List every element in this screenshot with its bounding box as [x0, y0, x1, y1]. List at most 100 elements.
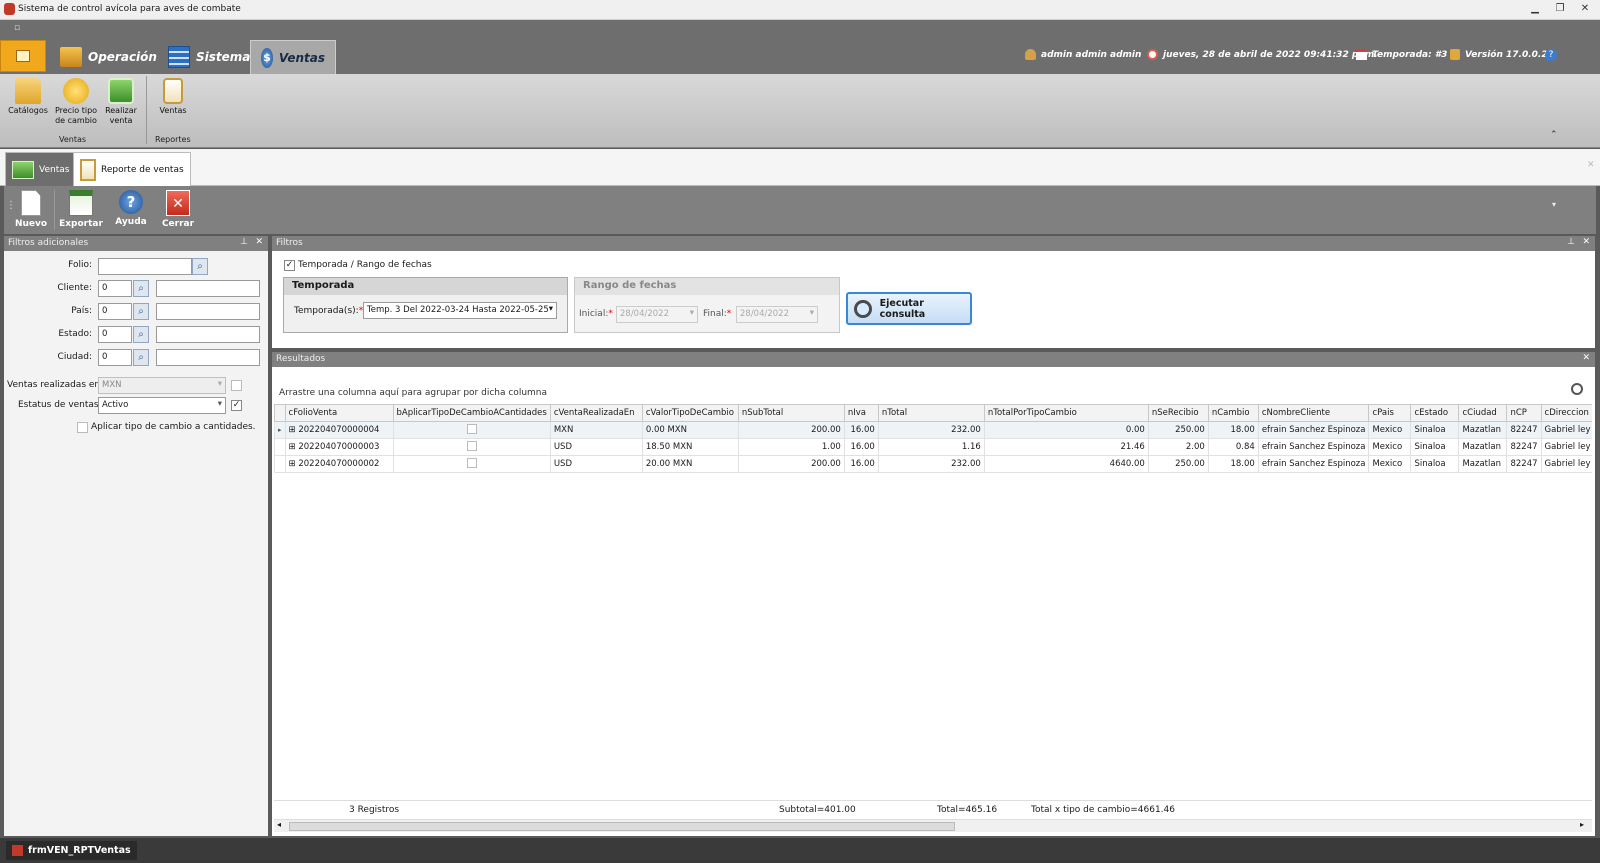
cell-cventarealizadaen[interactable]: USD — [549, 455, 643, 473]
cell-folio[interactable]: ⊞ 202204070000003 — [284, 438, 394, 456]
cell-cnombrecliente[interactable]: efrain Sanchez Espinoza — [1257, 438, 1370, 456]
scroll-left-icon[interactable]: ◂ — [277, 820, 281, 829]
column-header-cciudad[interactable]: cCiudad — [1458, 404, 1508, 422]
column-header-cdireccion[interactable]: cDireccion — [1540, 404, 1592, 422]
temporada-select[interactable]: Temp. 3 Del 2022-03-24 Hasta 2022-05-25 ▾ — [363, 302, 557, 319]
restore-icon[interactable]: ❐ — [1552, 3, 1568, 14]
cell-cvalortipodecambio[interactable]: 18.50 MXN — [641, 438, 739, 456]
cell-ntotalportipocambio[interactable]: 4640.00 — [983, 455, 1149, 473]
column-header-cpais[interactable]: cPais — [1368, 404, 1412, 422]
final-date-input[interactable]: 28/04/2022 ▾ — [736, 306, 818, 323]
ventas-en-checkbox[interactable] — [231, 380, 242, 391]
aplicar-checkbox[interactable] — [77, 422, 88, 433]
row-checkbox[interactable] — [466, 423, 477, 434]
cell-ncp[interactable]: 82247 — [1506, 455, 1542, 473]
close-panel-icon[interactable]: ✕ — [1582, 237, 1590, 247]
cell-cestado[interactable]: Sinaloa — [1410, 455, 1460, 473]
column-header-cestado[interactable]: cEstado — [1410, 404, 1460, 422]
cell-cciudad[interactable]: Mazatlan — [1458, 455, 1508, 473]
column-header-baplicartipodecambioacantidades[interactable]: bAplicarTipoDeCambioACantidades — [392, 404, 551, 422]
inicial-date-input[interactable]: 28/04/2022 ▾ — [616, 306, 698, 323]
close-window-icon[interactable]: ✕ — [1577, 3, 1593, 14]
column-header-niva[interactable]: nIva — [843, 404, 879, 422]
ciudad-search-icon[interactable]: ⌕ — [133, 349, 149, 366]
open-form-tab[interactable]: frmVEN_RPTVentas — [6, 841, 137, 860]
temporada-rango-checkbox[interactable]: ✓ — [284, 260, 295, 271]
doctab-reporte-ventas[interactable]: Reporte de ventas — [73, 152, 191, 186]
estatus-checkbox[interactable]: ✓ — [231, 400, 242, 411]
tab-ventas[interactable]: $ Ventas — [250, 40, 336, 74]
cell-cdireccion[interactable]: Gabriel ley — [1540, 438, 1592, 456]
cell-ncambio[interactable]: 18.00 — [1207, 421, 1259, 439]
cliente-search-icon[interactable]: ⌕ — [133, 280, 149, 297]
cell-folio[interactable]: ⊞ 202204070000004 — [284, 421, 394, 439]
precio-tipo-cambio-button[interactable]: Precio tipo de cambio — [51, 78, 101, 126]
cell-niva[interactable]: 16.00 — [843, 421, 879, 439]
cell-checkbox[interactable] — [392, 455, 551, 473]
horizontal-scrollbar[interactable]: ◂ ▸ — [274, 819, 1592, 832]
cell-ntotal[interactable]: 232.00 — [877, 455, 985, 473]
cell-cciudad[interactable]: Mazatlan — [1458, 438, 1508, 456]
quick-access-icon[interactable]: ▫ — [14, 23, 20, 33]
catalogos-button[interactable]: Catálogos — [3, 78, 53, 116]
scroll-right-icon[interactable]: ▸ — [1580, 820, 1584, 829]
ciudad-id-input[interactable]: 0 — [98, 349, 132, 366]
cell-cvalortipodecambio[interactable]: 0.00 MXN — [641, 421, 739, 439]
cell-cpais[interactable]: Mexico — [1368, 438, 1412, 456]
cell-cciudad[interactable]: Mazatlan — [1458, 421, 1508, 439]
cell-folio[interactable]: ⊞ 202204070000002 — [284, 455, 394, 473]
app-menu-button[interactable] — [0, 40, 46, 72]
folio-input[interactable] — [98, 258, 192, 275]
estado-id-input[interactable]: 0 — [98, 326, 132, 343]
column-header-nsubtotal[interactable]: nSubTotal — [737, 404, 845, 422]
folio-search-icon[interactable]: ⌕ — [192, 258, 208, 275]
nuevo-button[interactable]: Nuevo — [8, 190, 54, 229]
tab-sistema[interactable]: Sistema — [158, 40, 260, 74]
close-panel-icon[interactable]: ✕ — [255, 237, 263, 247]
cell-ntotalportipocambio[interactable]: 21.46 — [983, 438, 1149, 456]
column-header-nserecibio[interactable]: nSeRecibio — [1147, 404, 1209, 422]
cell-ncambio[interactable]: 18.00 — [1207, 455, 1259, 473]
expand-icon[interactable]: ⊞ — [289, 459, 299, 469]
cell-cdireccion[interactable]: Gabriel ley — [1540, 421, 1592, 439]
cell-cventarealizadaen[interactable]: USD — [549, 438, 643, 456]
cell-ntotalportipocambio[interactable]: 0.00 — [983, 421, 1149, 439]
cell-niva[interactable]: 16.00 — [843, 438, 879, 456]
table-row[interactable]: ⊞ 202204070000002 USD 20.00 MXN 200.00 16.00… — [274, 455, 1592, 473]
expand-icon[interactable]: ⊞ — [289, 442, 299, 452]
cell-ntotal[interactable]: 1.16 — [877, 438, 985, 456]
realizar-venta-button[interactable]: Realizar venta — [96, 78, 146, 126]
pais-search-icon[interactable]: ⌕ — [133, 303, 149, 320]
cell-cestado[interactable]: Sinaloa — [1410, 438, 1460, 456]
toolbar-overflow-icon[interactable]: ▾ — [1552, 200, 1556, 209]
cerrar-button[interactable]: ✕ Cerrar — [155, 190, 201, 229]
ayuda-button[interactable]: ? Ayuda — [108, 190, 154, 227]
cell-niva[interactable]: 16.00 — [843, 455, 879, 473]
cell-ncp[interactable]: 82247 — [1506, 421, 1542, 439]
column-header-ncambio[interactable]: nCambio — [1207, 404, 1259, 422]
row-checkbox[interactable] — [466, 457, 477, 468]
cliente-name-input[interactable] — [156, 280, 260, 297]
ventas-en-select[interactable]: MXN ▾ — [98, 377, 226, 394]
cliente-id-input[interactable]: 0 — [98, 280, 132, 297]
cell-cdireccion[interactable]: Gabriel ley — [1540, 455, 1592, 473]
column-header-cventarealizadaen[interactable]: cVentaRealizadaEn — [549, 404, 643, 422]
column-header-ntotalportipocambio[interactable]: nTotalPorTipoCambio — [983, 404, 1149, 422]
cell-nsubtotal[interactable]: 200.00 — [737, 455, 845, 473]
pais-name-input[interactable] — [156, 303, 260, 320]
close-doc-icon[interactable]: ✕ — [1587, 160, 1595, 170]
pin-icon[interactable]: ⊥ — [240, 237, 248, 247]
doctab-ventas[interactable]: Ventas — [5, 152, 77, 186]
pais-id-input[interactable]: 0 — [98, 303, 132, 320]
close-panel-icon[interactable]: ✕ — [1582, 353, 1590, 363]
estado-name-input[interactable] — [156, 326, 260, 343]
cell-nserecibio[interactable]: 250.00 — [1147, 421, 1209, 439]
column-header-cnombrecliente[interactable]: cNombreCliente — [1257, 404, 1370, 422]
cell-checkbox[interactable] — [392, 421, 551, 439]
pin-icon[interactable]: ⊥ — [1567, 237, 1575, 247]
cell-ntotal[interactable]: 232.00 — [877, 421, 985, 439]
exportar-button[interactable]: Exportar — [58, 190, 104, 229]
estado-search-icon[interactable]: ⌕ — [133, 326, 149, 343]
ventas-report-button[interactable]: Ventas — [148, 78, 198, 116]
cell-cpais[interactable]: Mexico — [1368, 421, 1412, 439]
